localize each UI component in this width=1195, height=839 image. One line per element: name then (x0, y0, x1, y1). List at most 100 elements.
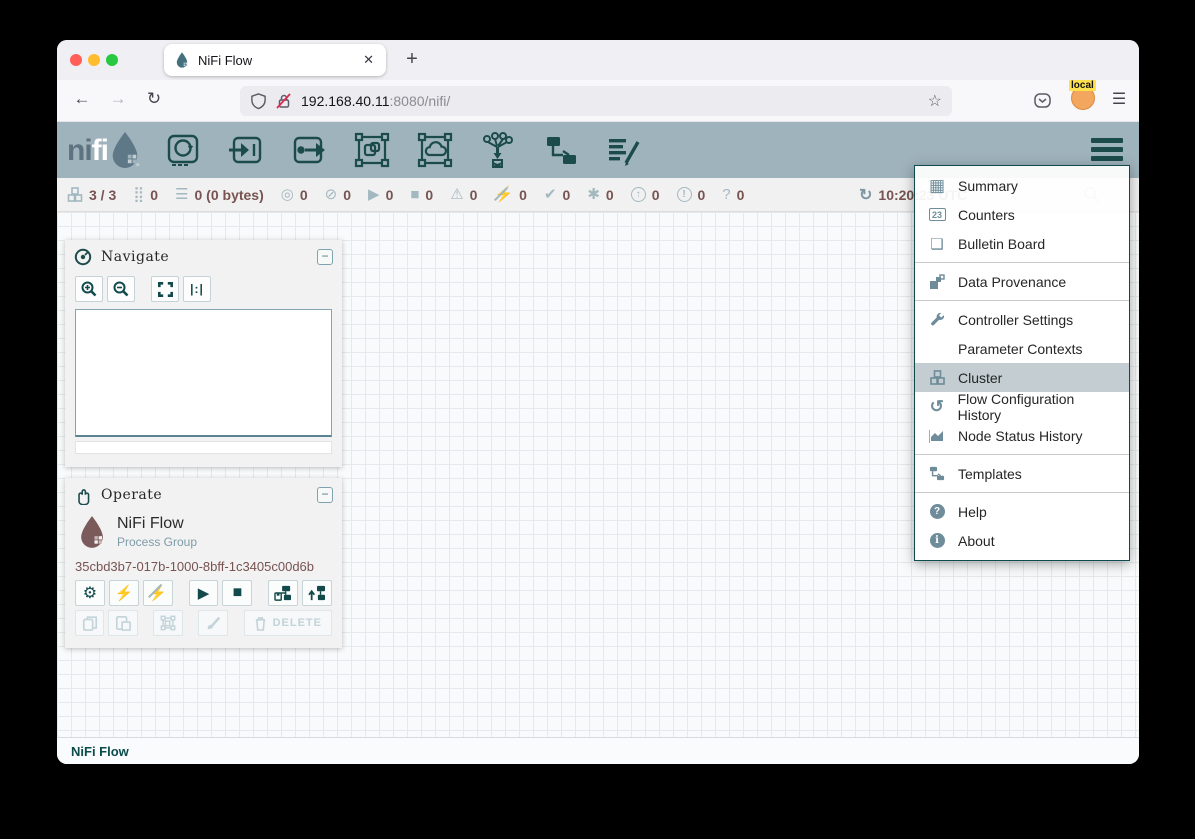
menu-separator (915, 454, 1129, 455)
zoom-fit-button[interactable] (151, 276, 179, 302)
zoom-window-button[interactable] (106, 54, 118, 66)
start-button[interactable]: ▶ (189, 580, 219, 606)
shield-icon[interactable] (250, 92, 267, 110)
breadcrumb[interactable]: NiFi Flow (71, 744, 129, 759)
running-status: ▶0 (368, 187, 393, 203)
copy-button[interactable] (75, 610, 104, 636)
menu-item-bulletin-board[interactable]: ❏Bulletin Board (915, 229, 1129, 258)
sync-failure-status: ?0 (722, 187, 744, 203)
new-tab-button[interactable]: + (400, 48, 424, 71)
url-bar[interactable]: 192.168.40.11 :8080/nifi/ ☆ (240, 86, 952, 116)
menu-item-controller-settings[interactable]: Controller Settings (915, 305, 1129, 334)
stale-status: ↑0 (631, 187, 660, 203)
process-group-icon[interactable] (353, 131, 391, 169)
refresh-icon[interactable]: ↻ (859, 185, 872, 205)
stopped-square-icon: ■ (410, 187, 419, 202)
check-icon: ✔ (544, 187, 557, 202)
stop-button[interactable]: ■ (222, 580, 252, 606)
warning-triangle-icon: ⚠ (450, 187, 463, 202)
zoom-in-button[interactable] (75, 276, 103, 302)
counters-icon: 23 (925, 208, 949, 221)
menu-item-help[interactable]: ?Help (915, 497, 1129, 526)
menu-item-flow-configuration-history[interactable]: ↺Flow Configuration History (915, 392, 1129, 421)
selected-flow-name: NiFi Flow (117, 515, 197, 533)
menu-item-cluster[interactable]: Cluster (915, 363, 1129, 392)
remote-process-group-icon[interactable] (416, 131, 454, 169)
cluster-cubes-icon (67, 187, 83, 202)
delete-button[interactable]: DELETE (244, 610, 332, 636)
stopped-status: ■0 (410, 187, 433, 203)
enable-button[interactable]: ⚡ (109, 580, 139, 606)
selected-flow-type: Process Group (117, 535, 197, 549)
logo-fi: fi (92, 133, 108, 169)
firefox-menu-button[interactable]: ☰ (1107, 89, 1131, 109)
forward-button[interactable]: → (106, 89, 130, 109)
logo-ni: ni (67, 133, 92, 169)
process-group-drop-icon (77, 514, 107, 550)
paste-button[interactable] (108, 610, 137, 636)
cluster-cubes-icon (925, 370, 949, 385)
profile-avatar[interactable]: local (1071, 86, 1097, 112)
disabled-status: ⚡0 (494, 187, 526, 203)
tab-title: NiFi Flow (198, 53, 361, 68)
info-circle-icon: i (925, 533, 949, 548)
operate-collapse-button[interactable]: − (317, 487, 333, 503)
connected-nodes-status: 3 / 3 (67, 187, 116, 203)
menu-item-about[interactable]: iAbout (915, 526, 1129, 555)
menu-item-templates[interactable]: Templates (915, 459, 1129, 488)
save-template-button[interactable] (268, 580, 298, 606)
exclamation-circle-icon: ! (677, 187, 692, 202)
processor-icon[interactable] (164, 131, 202, 169)
url-host: 192.168.40.11 (301, 93, 390, 109)
upload-template-button[interactable] (302, 580, 332, 606)
tab-close-icon[interactable]: ✕ (361, 52, 376, 68)
up-to-date-status: ✔0 (544, 187, 570, 203)
transmitting-status: ◎0 (281, 187, 308, 203)
navigate-panel: Navigate − |:| (65, 240, 342, 467)
profile-badge: local (1069, 80, 1096, 91)
insecure-lock-icon[interactable] (275, 92, 293, 110)
disable-button[interactable]: ⚡ (143, 580, 173, 606)
pocket-icon[interactable] (1033, 91, 1052, 110)
summary-grid-icon: ▦ (925, 176, 949, 196)
nifi-global-menu-button[interactable] (1091, 138, 1123, 161)
input-port-icon[interactable] (227, 131, 265, 169)
minimize-window-button[interactable] (88, 54, 100, 66)
label-icon[interactable] (605, 131, 643, 169)
threads-grid-icon: ⣿ (133, 187, 144, 202)
birdseye-minimap[interactable] (75, 309, 332, 437)
active-threads-status: ⣿0 (133, 187, 158, 203)
tab-nifi-flow[interactable]: NiFi Flow ✕ (164, 44, 386, 76)
menu-separator (915, 492, 1129, 493)
funnel-icon[interactable] (479, 131, 517, 169)
zoom-actual-size-button[interactable]: |:| (183, 276, 211, 302)
back-button[interactable]: ← (70, 89, 94, 109)
history-icon: ↺ (925, 397, 949, 417)
close-window-button[interactable] (70, 54, 82, 66)
configure-button[interactable]: ⚙ (75, 580, 105, 606)
browser-window: NiFi Flow ✕ + ← → ↻ 192.168.40.11 :8080/… (57, 40, 1139, 764)
menu-item-counters[interactable]: 23Counters (915, 200, 1129, 229)
zoom-out-button[interactable] (107, 276, 135, 302)
queued-list-icon: ☰ (175, 187, 188, 202)
group-button[interactable] (153, 610, 182, 636)
bookmark-star-icon[interactable]: ☆ (928, 91, 942, 111)
menu-item-node-status-history[interactable]: Node Status History (915, 421, 1129, 450)
menu-separator (915, 300, 1129, 301)
navigate-collapse-button[interactable]: − (317, 249, 333, 265)
not-transmitting-icon: ⊘ (325, 187, 338, 202)
help-circle-icon: ? (925, 504, 949, 519)
menu-item-summary[interactable]: ▦Summary (915, 171, 1129, 200)
queued-status: ☰0 (0 bytes) (175, 187, 264, 203)
menu-item-parameter-contexts[interactable]: Parameter Contexts (915, 334, 1129, 363)
compass-icon (74, 248, 92, 266)
color-brush-button[interactable] (198, 610, 227, 636)
output-port-icon[interactable] (290, 131, 328, 169)
transmitting-icon: ◎ (281, 187, 294, 202)
navigate-title: Navigate (101, 249, 308, 265)
process-group-id: 35cbd3b7-017b-1000-8bff-1c3405c00d6b (65, 550, 342, 578)
reload-button[interactable]: ↻ (142, 89, 166, 109)
template-icon[interactable] (542, 131, 580, 169)
delete-label: DELETE (273, 617, 322, 629)
menu-item-data-provenance[interactable]: Data Provenance (915, 267, 1129, 296)
